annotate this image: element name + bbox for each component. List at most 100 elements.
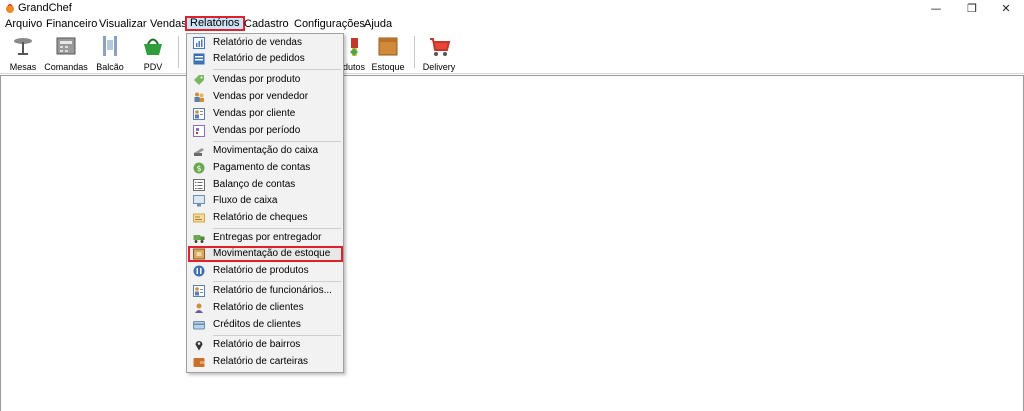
menu-item-label: Relatório de vendas — [213, 37, 302, 48]
basket-icon — [144, 38, 162, 55]
restore-button[interactable]: ❐ — [954, 0, 990, 16]
counter-icon — [103, 36, 117, 56]
toolbar-comandas-label: Comandas — [44, 62, 88, 72]
bar-chart-icon — [193, 37, 205, 49]
map-pin-icon — [195, 341, 203, 351]
clients-icon — [195, 303, 203, 313]
menu-item-label: Movimentação de estoque — [213, 248, 331, 259]
menu-separator — [213, 69, 341, 70]
title-bar: GrandChef — ❐ ✕ — [0, 0, 1024, 16]
toolbar-balcao-label: Balcão — [96, 62, 124, 72]
window-title: GrandChef — [18, 2, 72, 14]
menu-item-label: Relatório de bairros — [213, 339, 301, 350]
reports-dropdown-menu: Relatório de vendas Relatório de pedidos… — [186, 33, 344, 373]
main-workspace — [0, 75, 1024, 411]
menu-item-movimentacao-caixa[interactable]: Movimentação do caixa — [189, 143, 341, 159]
menu-item-creditos-clientes[interactable]: Créditos de clientes — [189, 317, 341, 333]
coin-icon: $ — [193, 162, 205, 174]
menu-item-label: Vendas por período — [213, 125, 301, 136]
menu-configuracoes[interactable]: Configurações — [292, 17, 367, 31]
toolbar-balcao-button[interactable]: Balcão — [88, 34, 132, 72]
menu-item-label: Relatório de carteiras — [213, 356, 309, 367]
menu-item-relatorio-bairros[interactable]: Relatório de bairros — [189, 337, 341, 353]
menu-item-label: Fluxo de caixa — [213, 195, 278, 206]
cash-register-icon — [56, 37, 76, 55]
menu-item-relatorio-vendas[interactable]: Relatório de vendas — [189, 35, 341, 51]
toolbar-estoque-label: Estoque — [371, 62, 405, 72]
tag-icon — [194, 75, 204, 85]
close-button[interactable]: ✕ — [988, 0, 1024, 16]
menu-item-label: Vendas por vendedor — [213, 91, 309, 102]
menu-item-fluxo-caixa[interactable]: Fluxo de caixa — [189, 193, 341, 209]
menu-separator — [213, 141, 341, 142]
menu-item-relatorio-produtos[interactable]: Relatório de produtos — [189, 263, 341, 279]
menu-item-label: Relatório de pedidos — [213, 53, 305, 64]
menu-separator — [213, 228, 341, 229]
menu-separator — [213, 335, 341, 336]
menu-item-label: Relatório de clientes — [213, 302, 304, 313]
menu-item-label: Vendas por produto — [213, 74, 301, 85]
menu-vendas[interactable]: Vendas — [148, 17, 189, 31]
menu-item-balanco-contas[interactable]: Balanço de contas — [189, 177, 341, 193]
list-icon — [193, 53, 205, 65]
toolbar-mesas-label: Mesas — [9, 62, 37, 72]
menu-item-vendas-vendedor[interactable]: Vendas por vendedor — [189, 89, 341, 105]
menu-item-label: Entregas por entregador — [213, 232, 322, 243]
ledger-icon — [193, 179, 205, 191]
menu-item-movimentacao-estoque[interactable]: Movimentação de estoque — [188, 246, 343, 262]
menu-item-vendas-produto[interactable]: Vendas por produto — [189, 72, 341, 88]
menu-item-label: Movimentação do caixa — [213, 145, 319, 156]
menu-item-relatorio-clientes[interactable]: Relatório de clientes — [189, 300, 341, 316]
app-logo-icon — [6, 3, 14, 13]
table-icon — [14, 38, 32, 55]
toolbar-delivery-button[interactable]: Delivery — [417, 34, 461, 72]
box-icon — [378, 37, 398, 56]
menu-item-pagamento-contas[interactable]: $ Pagamento de contas — [189, 160, 341, 176]
menu-separator — [213, 281, 341, 282]
menu-item-label: Balanço de contas — [213, 179, 296, 190]
menu-financeiro[interactable]: Financeiro — [44, 17, 99, 31]
menu-item-vendas-cliente[interactable]: Vendas por cliente — [189, 106, 341, 122]
menu-item-label: Vendas por cliente — [213, 108, 296, 119]
toolbar-delivery-label: Delivery — [422, 62, 456, 72]
person-card-icon — [193, 108, 205, 120]
menu-arquivo[interactable]: Arquivo — [3, 17, 44, 31]
menu-item-label: Pagamento de contas — [213, 162, 311, 173]
people-icon — [194, 92, 204, 102]
menu-item-relatorio-cheques[interactable]: Relatório de cheques — [189, 210, 341, 226]
products-report-icon — [193, 265, 205, 277]
toolbar-comandas-button[interactable]: Comandas — [44, 34, 88, 72]
toolbar-separator — [414, 36, 415, 68]
stock-box-icon — [193, 248, 205, 260]
menu-relatorios[interactable]: Relatórios — [185, 16, 245, 31]
menu-item-label: Relatório de cheques — [213, 212, 308, 223]
menu-item-relatorio-funcionarios[interactable]: Relatório de funcionários... — [189, 283, 341, 299]
cash-icon — [194, 148, 204, 156]
wallet-icon — [193, 358, 205, 367]
menu-item-label: Relatório de funcionários... — [213, 285, 332, 296]
menu-item-entregas-entregador[interactable]: Entregas por entregador — [189, 230, 341, 246]
monitor-icon — [193, 195, 205, 207]
toolbar-separator — [178, 36, 179, 68]
calendar-icon — [193, 125, 205, 137]
menu-visualizar[interactable]: Visualizar — [97, 17, 149, 31]
menu-ajuda[interactable]: Ajuda — [362, 17, 394, 31]
menu-bar: Arquivo Financeiro Visualizar Vendas Rel… — [0, 16, 1024, 32]
toolbar-pdv-button[interactable]: PDV — [131, 34, 175, 72]
cheque-icon — [193, 213, 205, 223]
menu-item-label: Relatório de produtos — [213, 265, 309, 276]
delivery-cart-icon — [430, 38, 451, 56]
toolbar-estoque-button[interactable]: Estoque — [366, 34, 410, 72]
menu-cadastro[interactable]: Cadastro — [242, 17, 291, 31]
toolbar-pdv-label: PDV — [143, 62, 163, 72]
menu-item-relatorio-pedidos[interactable]: Relatório de pedidos — [189, 51, 341, 67]
toolbar-mesas-button[interactable]: Mesas — [1, 34, 45, 72]
svg-text:$: $ — [196, 164, 201, 173]
menu-item-relatorio-carteiras[interactable]: Relatório de carteiras — [189, 354, 341, 370]
employee-icon — [193, 285, 205, 297]
minimize-button[interactable]: — — [918, 0, 954, 16]
truck-icon — [193, 235, 205, 243]
menu-item-label: Créditos de clientes — [213, 319, 301, 330]
menu-item-vendas-periodo[interactable]: Vendas por período — [189, 123, 341, 139]
credit-card-icon — [193, 321, 205, 330]
